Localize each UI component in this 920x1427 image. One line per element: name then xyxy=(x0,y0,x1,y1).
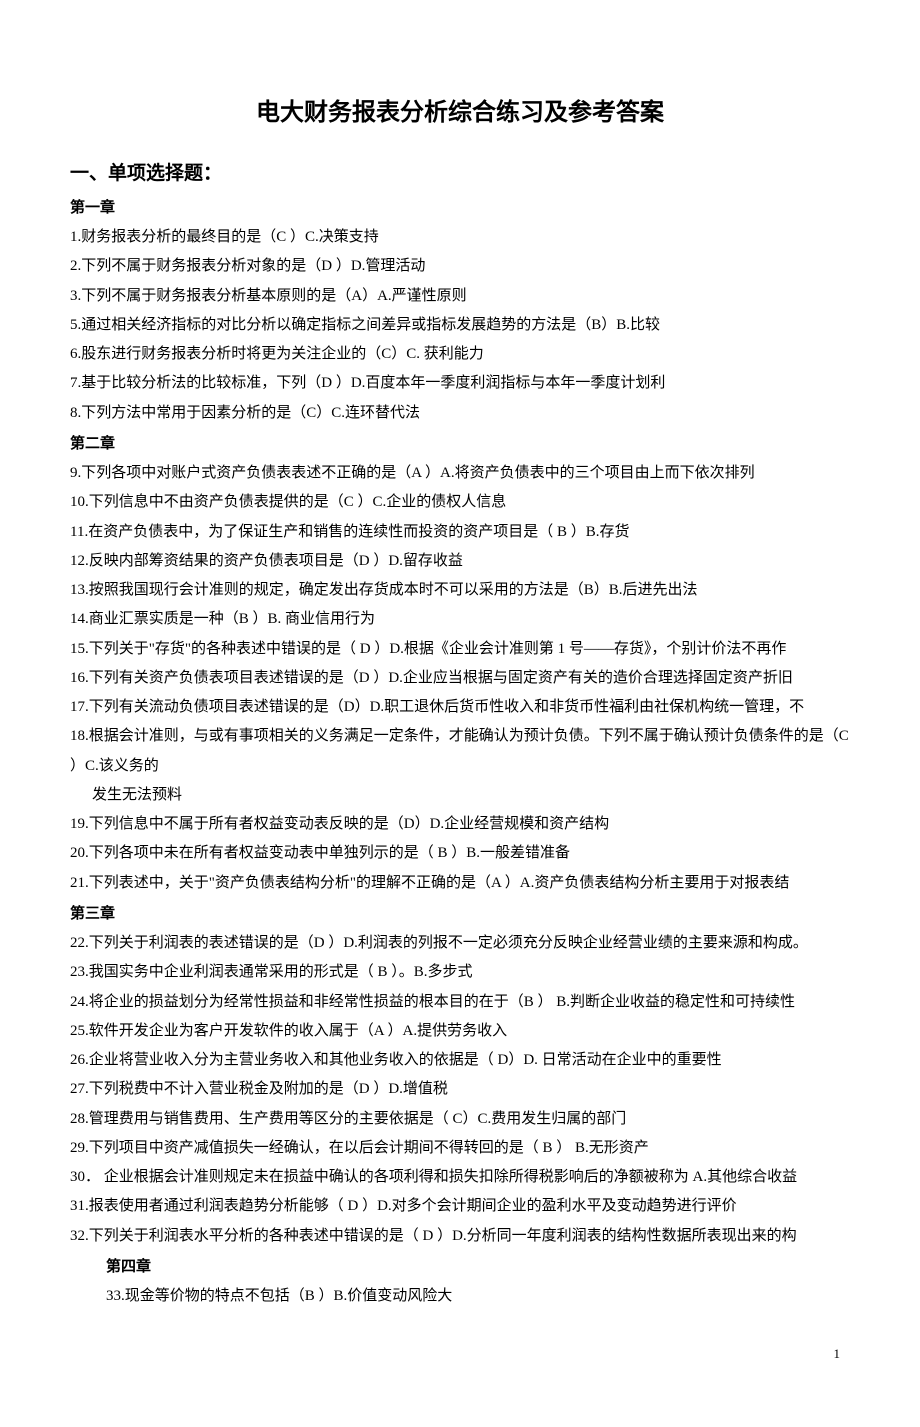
question-item-continuation: 发生无法预料 xyxy=(70,781,850,810)
question-item: 32.下列关于利润表水平分析的各种表述中错误的是（ D ）D.分析同一年度利润表… xyxy=(70,1222,850,1251)
question-item: 15.下列关于"存货"的各种表述中错误的是（ D ）D.根据《企业会计准则第 1… xyxy=(70,635,850,664)
question-item: 6.股东进行财务报表分析时将更为关注企业的（C）C. 获利能力 xyxy=(70,340,850,369)
chapter-4-heading: 第四章 xyxy=(70,1253,850,1282)
question-item: 10.下列信息中不由资产负债表提供的是（C ）C.企业的债权人信息 xyxy=(70,488,850,517)
question-item: 8.下列方法中常用于因素分析的是（C）C.连环替代法 xyxy=(70,399,850,428)
question-item: 29.下列项目中资产减值损失一经确认，在以后会计期间不得转回的是（ B ） B.… xyxy=(70,1134,850,1163)
question-item: 23.我国实务中企业利润表通常采用的形式是（ B ）。B.多步式 xyxy=(70,958,850,987)
question-item: 28.管理费用与销售费用、生产费用等区分的主要依据是（ C）C.费用发生归属的部… xyxy=(70,1105,850,1134)
question-item: 22.下列关于利润表的表述错误的是（D ）D.利润表的列报不一定必须充分反映企业… xyxy=(70,929,850,958)
question-item: 14.商业汇票实质是一种（B ）B. 商业信用行为 xyxy=(70,605,850,634)
question-item: 18.根据会计准则，与或有事项相关的义务满足一定条件，才能确认为预计负债。下列不… xyxy=(70,722,850,781)
chapter-1-heading: 第一章 xyxy=(70,194,850,223)
question-item: 11.在资产负债表中，为了保证生产和销售的连续性而投资的资产项目是（ B ）B.… xyxy=(70,518,850,547)
question-item: 13.按照我国现行会计准则的规定，确定发出存货成本时不可以采用的方法是（B）B.… xyxy=(70,576,850,605)
section-heading: 一、单项选择题： xyxy=(70,155,850,192)
question-item: 16.下列有关资产负债表项目表述错误的是（D ）D.企业应当根据与固定资产有关的… xyxy=(70,664,850,693)
question-item: 21.下列表述中，关于"资产负债表结构分析"的理解不正确的是（A ）A.资产负债… xyxy=(70,869,850,898)
question-item: 27.下列税费中不计入营业税金及附加的是（D ）D.增值税 xyxy=(70,1075,850,1104)
question-item: 12.反映内部筹资结果的资产负债表项目是（D ）D.留存收益 xyxy=(70,547,850,576)
question-item: 30． 企业根据会计准则规定未在损益中确认的各项利得和损失扣除所得税影响后的净额… xyxy=(70,1163,850,1192)
question-item: 5.通过相关经济指标的对比分析以确定指标之间差异或指标发展趋势的方法是（B）B.… xyxy=(70,311,850,340)
question-item: 7.基于比较分析法的比较标准，下列（D ）D.百度本年一季度利润指标与本年一季度… xyxy=(70,369,850,398)
question-item: 31.报表使用者通过利润表趋势分析能够（ D ）D.对多个会计期间企业的盈利水平… xyxy=(70,1192,850,1221)
chapter-2-heading: 第二章 xyxy=(70,430,850,459)
document-title: 电大财务报表分析综合练习及参考答案 xyxy=(70,90,850,137)
question-item: 19.下列信息中不属于所有者权益变动表反映的是（D）D.企业经营规模和资产结构 xyxy=(70,810,850,839)
question-item: 17.下列有关流动负债项目表述错误的是（D）D.职工退休后货币性收入和非货币性福… xyxy=(70,693,850,722)
chapter-3-heading: 第三章 xyxy=(70,900,850,929)
question-item: 33.现金等价物的特点不包括（B ）B.价值变动风险大 xyxy=(70,1282,850,1311)
question-item: 20.下列各项中未在所有者权益变动表中单独列示的是（ B ）B.一般差错准备 xyxy=(70,839,850,868)
question-item: 25.软件开发企业为客户开发软件的收入属于（A ）A.提供劳务收入 xyxy=(70,1017,850,1046)
question-item: 3.下列不属于财务报表分析基本原则的是（A）A.严谨性原则 xyxy=(70,282,850,311)
question-item: 9.下列各项中对账户式资产负债表表述不正确的是（A ）A.将资产负债表中的三个项… xyxy=(70,459,850,488)
page-number: 1 xyxy=(70,1341,850,1366)
question-item: 24.将企业的损益划分为经常性损益和非经常性损益的根本目的在于（B ） B.判断… xyxy=(70,988,850,1017)
question-item: 26.企业将营业收入分为主营业务收入和其他业务收入的依据是（ D）D. 日常活动… xyxy=(70,1046,850,1075)
question-item: 1.财务报表分析的最终目的是（C ）C.决策支持 xyxy=(70,223,850,252)
question-item: 2.下列不属于财务报表分析对象的是（D ）D.管理活动 xyxy=(70,252,850,281)
